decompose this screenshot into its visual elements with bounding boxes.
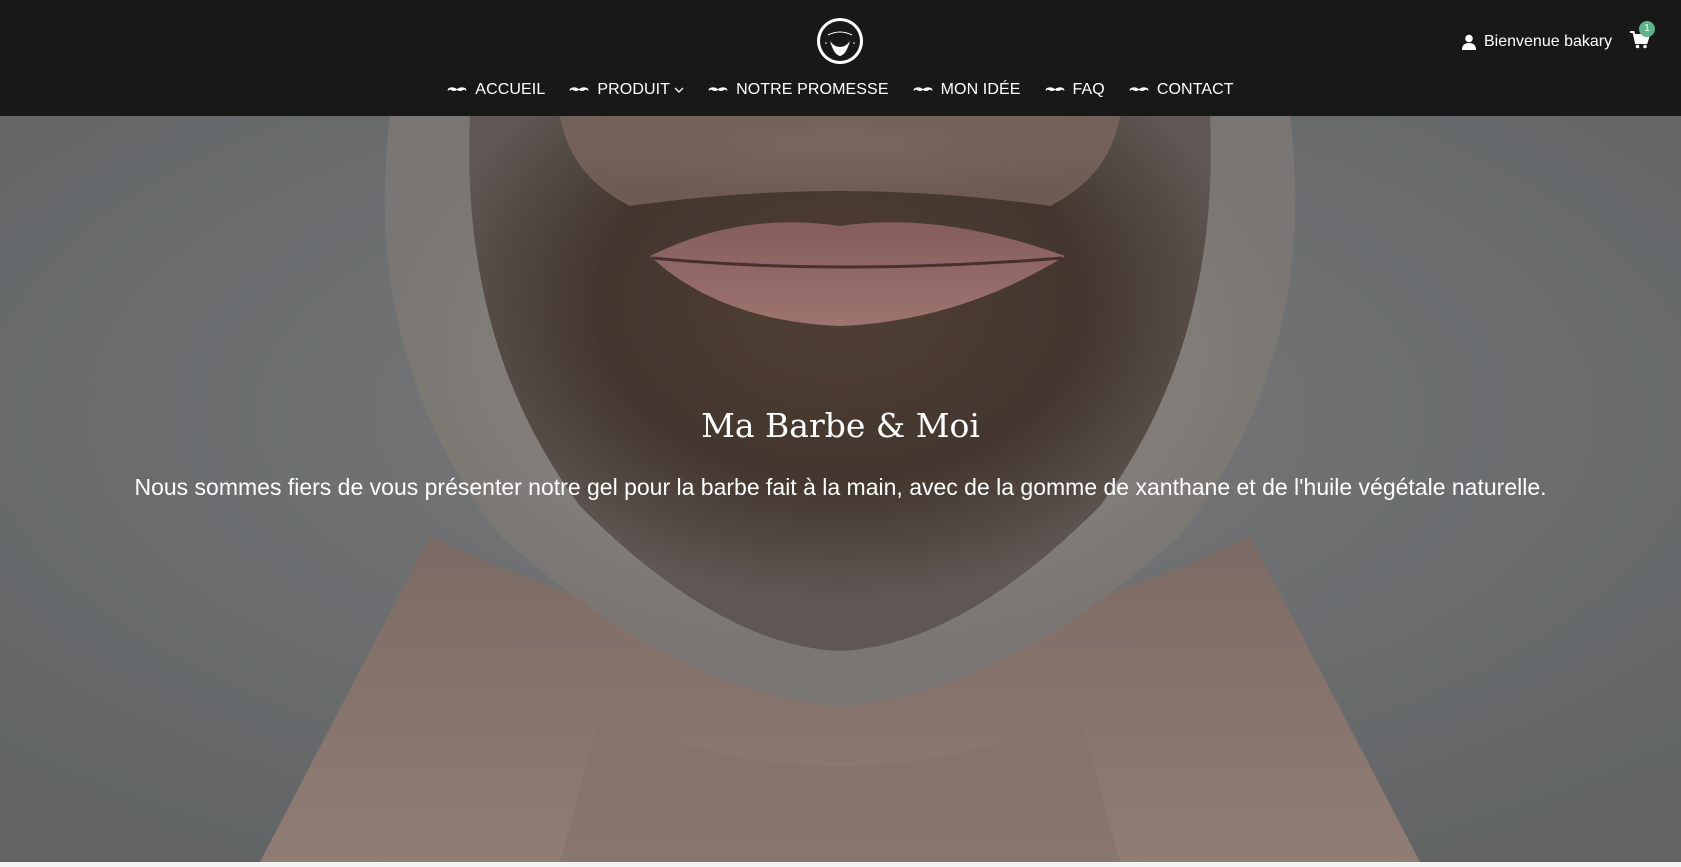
nav-label: MON IDÉE [940, 81, 1021, 98]
nav-label: NOTRE PROMESSE [736, 81, 889, 98]
mustache-icon [569, 86, 589, 94]
page-bottom-edge [0, 862, 1681, 867]
nav-item-notre-promesse[interactable]: NOTRE PROMESSE [708, 81, 889, 99]
beard-logo-icon [820, 21, 860, 61]
account-link[interactable]: Bienvenue bakary [1462, 31, 1612, 53]
shopping-cart-icon [1630, 31, 1651, 53]
nav-item-accueil[interactable]: ACCUEIL [447, 81, 545, 99]
main-nav: ACCUEIL PRODUIT NOTRE PROMESSE MON IDÉE [0, 78, 1681, 102]
nav-item-contact[interactable]: CONTACT [1129, 81, 1234, 99]
mustache-icon [447, 86, 467, 94]
account-label: Bienvenue bakary [1484, 33, 1613, 50]
user-icon [1462, 34, 1476, 50]
nav-label: CONTACT [1156, 81, 1234, 98]
site-header: Bienvenue bakary 1 ACCUEIL PRODUIT NOTRE… [0, 0, 1681, 116]
nav-label: PRODUIT [597, 81, 671, 98]
hero-banner: Ma Barbe & Moi Nous sommes fiers de vous… [0, 116, 1681, 862]
mustache-icon [913, 86, 933, 94]
mustache-icon [1045, 86, 1065, 94]
nav-label: ACCUEIL [475, 81, 546, 98]
hero-title: Ma Barbe & Moi [701, 406, 980, 445]
mustache-icon [1129, 86, 1149, 94]
chevron-down-icon [674, 87, 684, 93]
nav-item-faq[interactable]: FAQ [1045, 81, 1105, 99]
cart-count-badge: 1 [1639, 21, 1655, 37]
mustache-icon [708, 86, 728, 94]
hero-subtitle: Nous sommes fiers de vous présenter notr… [134, 474, 1547, 500]
nav-label: FAQ [1072, 81, 1105, 98]
nav-item-mon-idee[interactable]: MON IDÉE [913, 81, 1021, 99]
nav-item-produit[interactable]: PRODUIT [569, 81, 684, 99]
site-logo[interactable] [817, 18, 863, 64]
